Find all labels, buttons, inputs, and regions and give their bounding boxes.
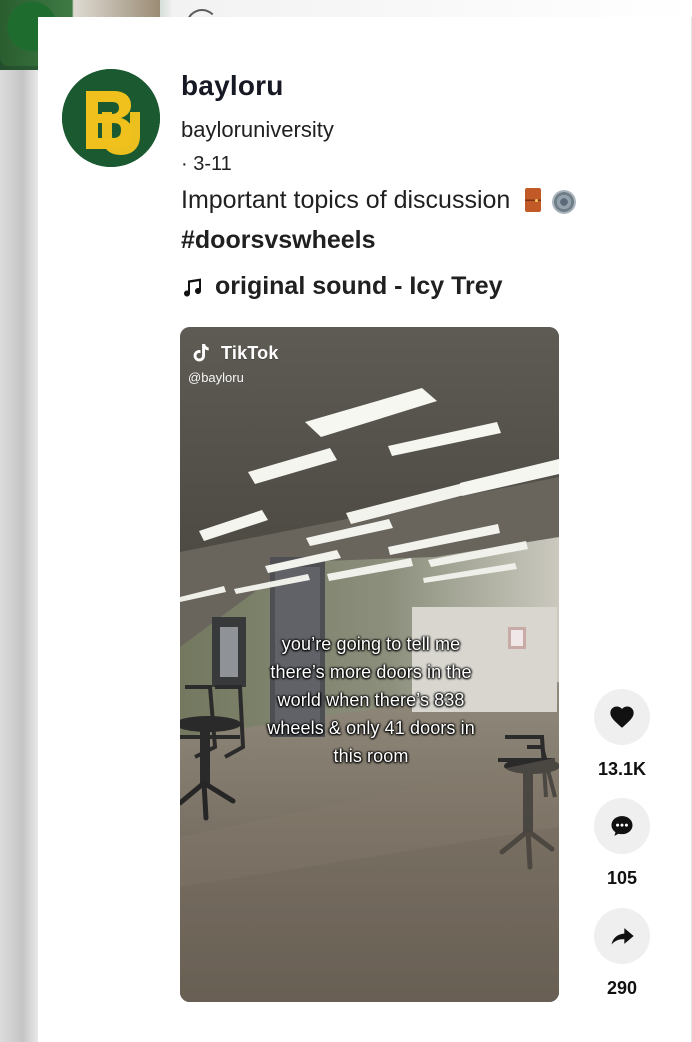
overlay-line: world when there’s 838: [277, 690, 465, 710]
heart-icon: [610, 706, 634, 728]
post-date: · 3-11: [181, 153, 232, 175]
tiktok-logo-icon: [193, 344, 209, 362]
caption-text: Important topics of discussion: [181, 186, 511, 215]
username[interactable]: bayloru: [181, 70, 284, 102]
sound-link[interactable]: original sound - Icy Trey: [181, 272, 503, 301]
post-caption: Important topics of discussion: [181, 186, 577, 217]
overlay-line: this room: [333, 746, 409, 766]
left-page-shadow: [0, 70, 38, 1042]
comment-count: 105: [606, 868, 638, 888]
avatar[interactable]: [62, 69, 160, 167]
overlay-line: wheels & only 41 doors in: [267, 718, 475, 738]
share-button[interactable]: [594, 908, 650, 964]
comment-icon: [611, 816, 633, 836]
overlay-line: you’re going to tell me: [281, 634, 461, 654]
hashtag-link[interactable]: #doorsvswheels: [181, 226, 376, 255]
handle[interactable]: bayloruniversity: [181, 117, 334, 143]
tiktok-brand-text: TikTok: [221, 342, 279, 363]
share-count: 290: [606, 978, 638, 998]
gear-icon: [552, 190, 577, 214]
caption-emoji-group: [525, 186, 577, 217]
like-button[interactable]: [594, 689, 650, 745]
baylor-logo-icon: [62, 69, 160, 167]
tiktok-watermark: TikTok: [191, 341, 279, 365]
music-note-icon: [184, 278, 201, 296]
door-icon: [525, 188, 542, 212]
sound-label: original sound - Icy Trey: [215, 272, 503, 300]
overlay-line: there’s more doors in the: [270, 662, 472, 682]
like-count: 13.1K: [597, 759, 647, 779]
video-watermark-handle: @bayloru: [188, 370, 244, 385]
share-icon: [611, 928, 634, 945]
comment-button[interactable]: [594, 798, 650, 854]
video-overlay-text: you’re going to tell me there’s more doo…: [232, 630, 510, 770]
